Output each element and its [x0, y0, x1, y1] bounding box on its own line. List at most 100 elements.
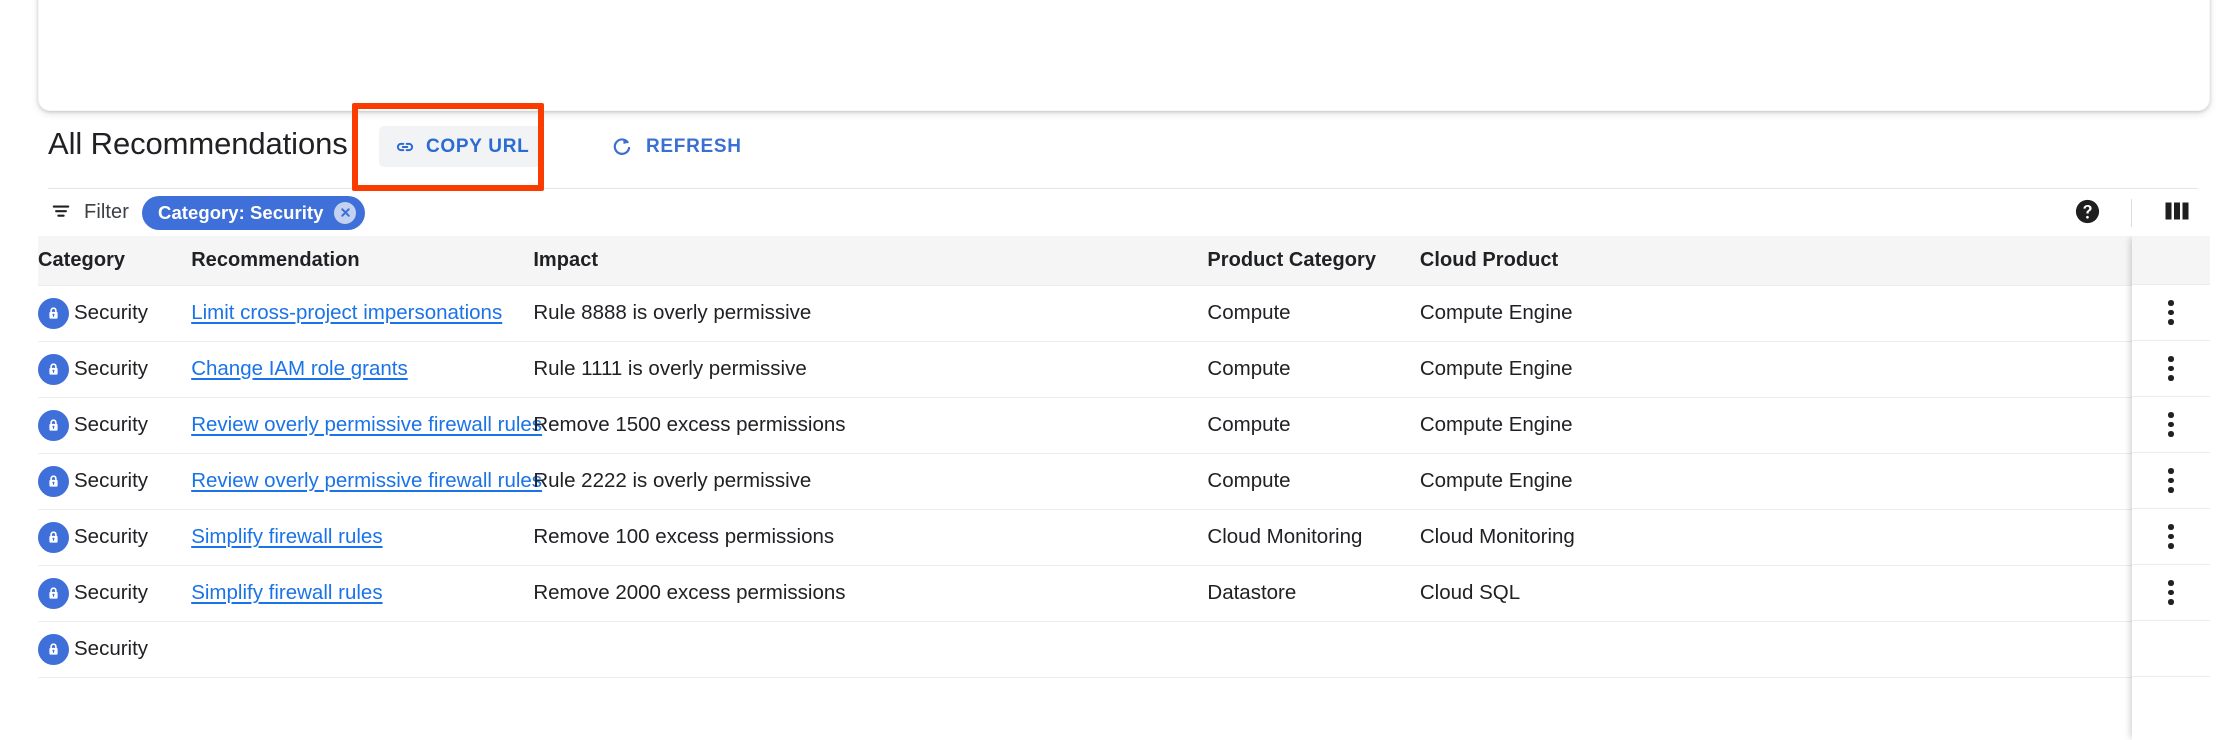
row-actions-menu-button[interactable] — [2132, 509, 2210, 565]
cell-product-category: Compute — [1207, 341, 1420, 398]
cell-product-category: Compute — [1207, 285, 1420, 342]
table-row[interactable]: Security Change IAM role grants Rule 1111 … — [38, 341, 2210, 398]
actions-divider — [2131, 198, 2132, 227]
column-picker-button[interactable] — [2156, 193, 2198, 233]
cell-impact: Remove 2000 excess permissions — [533, 565, 1208, 622]
security-lock-icon — [38, 521, 69, 553]
category-label: Security — [74, 637, 149, 660]
filter-button[interactable]: Filter — [50, 200, 129, 225]
row-actions-menu-button[interactable] — [2132, 621, 2210, 677]
link-icon — [394, 136, 416, 158]
recommendation-link[interactable]: Review overly permissive firewall rules — [191, 413, 542, 436]
help-button[interactable] — [2067, 193, 2107, 233]
cell-recommendation: Review overly permissive firewall rules — [191, 397, 542, 454]
column-header-category[interactable]: Category — [38, 236, 192, 286]
row-actions-menu-button[interactable] — [2132, 397, 2210, 453]
more-vert-icon — [2168, 468, 2174, 493]
recommendations-table-container[interactable]: Category Recommendation Impact Product C… — [38, 236, 2210, 740]
cell-cloud-product: Cloud SQL — [1419, 565, 1604, 622]
recommendation-link[interactable]: Simplify firewall rules — [191, 525, 382, 548]
cell-recommendation — [191, 621, 534, 678]
category-label: Security — [74, 469, 149, 492]
cell-category: Security — [38, 565, 192, 622]
filter-chip-category-security[interactable]: Category: Security — [142, 195, 366, 230]
security-lock-icon — [38, 633, 69, 665]
security-lock-icon — [38, 465, 69, 497]
cell-spacer — [1603, 453, 2210, 510]
table-row[interactable]: Security Simplify firewall rules Remove 20… — [38, 565, 2210, 622]
cell-impact: Rule 8888 is overly permissive — [533, 285, 1208, 342]
cell-cloud-product: Compute Engine — [1419, 397, 1604, 454]
cell-product-category: Cloud Monitoring — [1207, 509, 1420, 566]
category-label: Security — [74, 357, 149, 380]
more-vert-icon — [2168, 356, 2174, 381]
copy-url-button[interactable]: COPY URL — [379, 126, 545, 167]
category-label: Security — [74, 413, 149, 436]
cell-impact: Rule 2222 is overly permissive — [533, 453, 1208, 510]
filter-list-icon — [50, 200, 72, 225]
row-actions-menu-button[interactable] — [2132, 453, 2210, 509]
column-header-recommendation[interactable]: Recommendation — [191, 236, 534, 286]
cell-spacer — [1603, 285, 2210, 342]
column-header-impact[interactable]: Impact — [533, 236, 1208, 286]
copy-url-label: COPY URL — [426, 135, 530, 157]
more-vert-icon — [2168, 580, 2174, 605]
security-lock-icon — [38, 409, 69, 441]
recommendation-link[interactable]: Limit cross-project impersonations — [191, 301, 502, 324]
recommendations-page: Visible to you Sort by date added All Re… — [0, 0, 2240, 740]
row-actions-menu-button[interactable] — [2132, 341, 2210, 397]
cell-category: Security — [38, 453, 192, 510]
help-filled-icon — [2074, 198, 2101, 228]
cell-category: Security — [38, 621, 192, 678]
cell-product-category: Compute — [1207, 453, 1420, 510]
row-actions-column-header — [2132, 236, 2210, 285]
more-vert-icon — [2168, 300, 2174, 325]
column-header-spacer — [1603, 236, 2210, 286]
column-header-product-category[interactable]: Product Category — [1207, 236, 1420, 286]
cell-impact: Remove 100 excess permissions — [533, 509, 1208, 566]
recommendation-link[interactable]: Review overly permissive firewall rules — [191, 469, 542, 492]
table-actions — [2067, 189, 2198, 236]
cell-impact: Remove 1500 excess permissions — [533, 397, 1208, 454]
filter-controls: Filter Category: Security — [50, 189, 366, 236]
filter-bar: Filter Category: Security — [0, 189, 2240, 236]
cell-product-category — [1207, 621, 1420, 678]
table-row[interactable]: Security Review overly permissive firewal… — [38, 453, 2210, 510]
cell-cloud-product: Compute Engine — [1419, 453, 1604, 510]
close-circle-icon[interactable] — [334, 201, 357, 224]
refresh-label: REFRESH — [646, 135, 742, 157]
table-row[interactable]: Security Review overly permissive firewal… — [38, 397, 2210, 454]
row-actions-menu-button[interactable] — [2132, 285, 2210, 341]
table-row[interactable]: Security Simplify firewall rules Remove 10… — [38, 509, 2210, 566]
filter-label: Filter — [84, 201, 130, 223]
cell-recommendation: Change IAM role grants — [191, 341, 534, 398]
recommendation-link[interactable]: Simplify firewall rules — [191, 581, 382, 604]
category-label: Security — [74, 525, 149, 548]
recommendations-table: Category Recommendation Impact Product C… — [38, 236, 2210, 678]
cell-category: Security — [38, 397, 192, 454]
cell-cloud-product: Cloud Monitoring — [1419, 509, 1604, 566]
cell-cloud-product — [1419, 621, 1604, 678]
cell-recommendation: Review overly permissive firewall rules — [191, 453, 542, 510]
page-title: All Recommendations — [48, 126, 348, 161]
filter-chip-label: Category: Security — [158, 201, 324, 223]
refresh-button[interactable]: REFRESH — [604, 126, 748, 167]
cell-spacer — [1603, 565, 2210, 622]
cell-product-category: Datastore — [1207, 565, 1420, 622]
table-row[interactable]: Security Limit cross-project impersonatio… — [38, 285, 2210, 342]
more-vert-icon — [2168, 524, 2174, 549]
table-header-row: Category Recommendation Impact Product C… — [38, 236, 2210, 286]
cell-impact — [533, 621, 1208, 678]
recommendation-link[interactable]: Change IAM role grants — [191, 357, 408, 380]
summary-card-row: Visible to you Sort by date added — [39, 1, 2209, 45]
security-lock-icon — [38, 353, 69, 385]
cell-recommendation: Simplify firewall rules — [191, 509, 534, 566]
table-row[interactable]: Security — [38, 621, 2210, 678]
summary-card: Visible to you Sort by date added — [38, 0, 2210, 111]
column-header-cloud-product[interactable]: Cloud Product — [1419, 236, 1604, 286]
security-lock-icon — [38, 577, 69, 609]
cell-category: Security — [38, 509, 192, 566]
row-actions-menu-button[interactable] — [2132, 565, 2210, 621]
cell-spacer — [1603, 341, 2210, 398]
cell-product-category: Compute — [1207, 397, 1420, 454]
